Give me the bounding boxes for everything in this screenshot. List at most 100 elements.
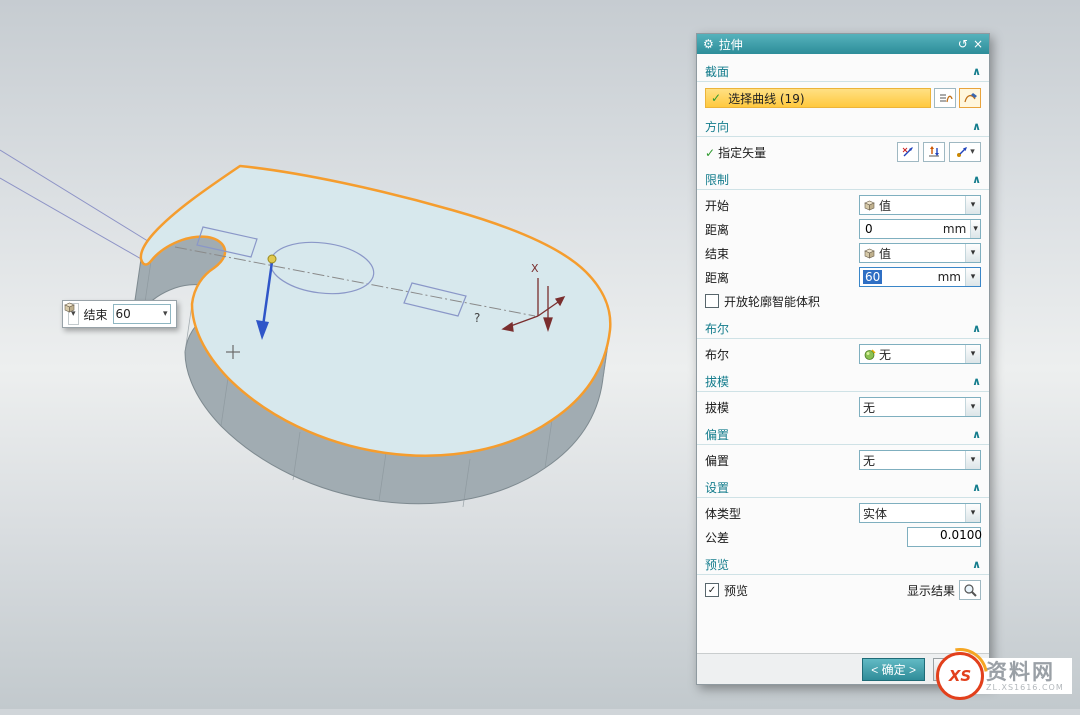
specify-vector-row: ✓指定矢量 <box>697 140 989 164</box>
boolean-row: 布尔 无 ▾ <box>697 342 989 366</box>
section-collapse-icon[interactable]: ∧ <box>972 481 981 494</box>
end-distance-input[interactable]: 60 mm ▾ <box>859 267 981 287</box>
section-collapse-icon[interactable]: ∧ <box>972 120 981 133</box>
preview-header-label: 预览 <box>705 556 729 573</box>
end-distance-unit: mm <box>938 270 962 284</box>
start-row: 开始 值 ▾ <box>697 193 989 217</box>
start-distance-input[interactable]: mm ▾ <box>859 219 981 239</box>
section-header[interactable]: 截面 ∧ <box>697 61 989 82</box>
section-collapse-icon[interactable]: ∧ <box>972 558 981 571</box>
end-mode-value: 值 <box>879 245 962 262</box>
watermark-badge: XS <box>936 652 984 700</box>
close-icon[interactable]: × <box>973 38 983 50</box>
dialog-title: 拉伸 <box>719 36 953 53</box>
selected-check-icon: ✓ <box>705 146 715 160</box>
boolean-value: 无 <box>879 346 962 363</box>
tolerance-label: 公差 <box>705 529 729 546</box>
draft-row: 拔模 无 ▾ <box>697 395 989 419</box>
open-profile-checkbox[interactable] <box>705 294 719 308</box>
boolean-none-icon <box>863 348 876 361</box>
cube-icon <box>63 301 76 314</box>
direction-header-label: 方向 <box>705 118 729 135</box>
end-limit-label: 结束 <box>84 306 108 323</box>
draft-dropdown[interactable]: 无 ▾ <box>859 397 981 417</box>
section-collapse-icon[interactable]: ∧ <box>972 375 981 388</box>
construction-line[interactable] <box>0 178 143 260</box>
dropdown-arrow-icon: ▾ <box>965 398 980 416</box>
offset-dropdown[interactable]: 无 ▾ <box>859 450 981 470</box>
limits-header[interactable]: 限制 ∧ <box>697 169 989 190</box>
end-distance-row: 距离 60 mm ▾ <box>697 265 989 289</box>
draft-header-label: 拔模 <box>705 373 729 390</box>
specify-vector-label: ✓指定矢量 <box>705 144 766 161</box>
settings-header-label: 设置 <box>705 479 729 496</box>
show-result-label: 显示结果 <box>907 582 955 599</box>
origin-handle-point[interactable] <box>268 255 276 263</box>
section-header-label: 截面 <box>705 63 729 80</box>
preview-header[interactable]: 预览 ∧ <box>697 554 989 575</box>
limit-option-dropdown-button[interactable]: ▾ <box>68 303 79 325</box>
boolean-dropdown[interactable]: 无 ▾ <box>859 344 981 364</box>
ok-button[interactable]: < 确定 > <box>862 658 925 681</box>
start-distance-row: 距离 mm ▾ <box>697 217 989 241</box>
onscreen-limit-toolbar: ▾ 结束 60 ▾ <box>62 300 177 328</box>
boolean-label: 布尔 <box>705 346 729 363</box>
dropdown-arrow-icon: ▾ <box>965 244 980 262</box>
hint-question-glyph: ? <box>474 311 480 325</box>
select-curve-field[interactable]: ✓ 选择曲线 (19) <box>705 88 931 108</box>
limits-section: 限制 ∧ 开始 值 ▾ 距离 mm <box>697 169 989 313</box>
dropdown-arrow-icon: ▾ <box>965 268 980 286</box>
offset-header[interactable]: 偏置 ∧ <box>697 424 989 445</box>
offset-section: 偏置 ∧ 偏置 无 ▾ <box>697 424 989 472</box>
preview-checkbox[interactable]: ✓ <box>705 583 719 597</box>
section-options-button[interactable] <box>934 88 956 108</box>
section-section: 截面 ∧ ✓ 选择曲线 (19) <box>697 61 989 111</box>
preview-toggle: ✓ 预览 <box>705 582 748 599</box>
section-collapse-icon[interactable]: ∧ <box>972 428 981 441</box>
start-mode-dropdown[interactable]: 值 ▾ <box>859 195 981 215</box>
watermark-text: 资料网 ZL.XS1616.COM <box>976 658 1072 694</box>
dropdown-arrow-icon: ▾ <box>163 309 168 319</box>
dropdown-arrow-icon: ▾ <box>965 196 980 214</box>
settings-header[interactable]: 设置 ∧ <box>697 477 989 498</box>
offset-label: 偏置 <box>705 452 729 469</box>
dropdown-arrow-icon: ▾ <box>965 504 980 522</box>
tolerance-value-input[interactable] <box>908 528 984 542</box>
construction-line[interactable] <box>0 150 151 243</box>
end-row: 结束 值 ▾ <box>697 241 989 265</box>
end-distance-value-selected[interactable]: 60 <box>863 270 882 284</box>
cube-icon <box>863 199 876 212</box>
vector-type-dropdown[interactable]: ▾ <box>949 142 981 162</box>
draft-section: 拔模 ∧ 拔模 无 ▾ <box>697 371 989 419</box>
tolerance-input[interactable] <box>907 527 981 547</box>
boolean-header[interactable]: 布尔 ∧ <box>697 318 989 339</box>
reset-icon[interactable]: ↺ <box>958 38 968 50</box>
end-mode-dropdown[interactable]: 值 ▾ <box>859 243 981 263</box>
reverse-direction-button[interactable] <box>923 142 945 162</box>
start-mode-value: 值 <box>879 197 962 214</box>
section-collapse-icon[interactable]: ∧ <box>972 173 981 186</box>
watermark-name: 资料网 <box>986 661 1064 683</box>
direction-header[interactable]: 方向 ∧ <box>697 116 989 137</box>
direction-section: 方向 ∧ ✓指定矢量 <box>697 116 989 164</box>
tolerance-row: 公差 <box>697 525 989 549</box>
start-distance-label: 距离 <box>705 221 729 238</box>
start-distance-value-input[interactable] <box>863 222 940 236</box>
draft-header[interactable]: 拔模 ∧ <box>697 371 989 392</box>
body-type-dropdown[interactable]: 实体 ▾ <box>859 503 981 523</box>
end-distance-label: 距离 <box>705 269 729 286</box>
end-distance-onscreen-input[interactable]: 60 ▾ <box>113 304 171 324</box>
reverse-direction-icon <box>927 145 941 159</box>
section-collapse-icon[interactable]: ∧ <box>972 322 981 335</box>
vector-type-icon <box>955 145 969 159</box>
show-result-button[interactable] <box>959 580 981 600</box>
sketch-section-button[interactable] <box>959 88 981 108</box>
extrude-dialog: ⚙ 拉伸 ↺ × 截面 ∧ ✓ 选择曲线 (19) <box>696 33 990 685</box>
sketch-curve-icon <box>963 91 978 105</box>
draft-label: 拔模 <box>705 399 729 416</box>
dropdown-arrow-icon: ▾ <box>965 451 980 469</box>
offset-row: 偏置 无 ▾ <box>697 448 989 472</box>
section-collapse-icon[interactable]: ∧ <box>972 65 981 78</box>
dialog-titlebar[interactable]: ⚙ 拉伸 ↺ × <box>697 34 989 54</box>
vector-dialog-button[interactable] <box>897 142 919 162</box>
